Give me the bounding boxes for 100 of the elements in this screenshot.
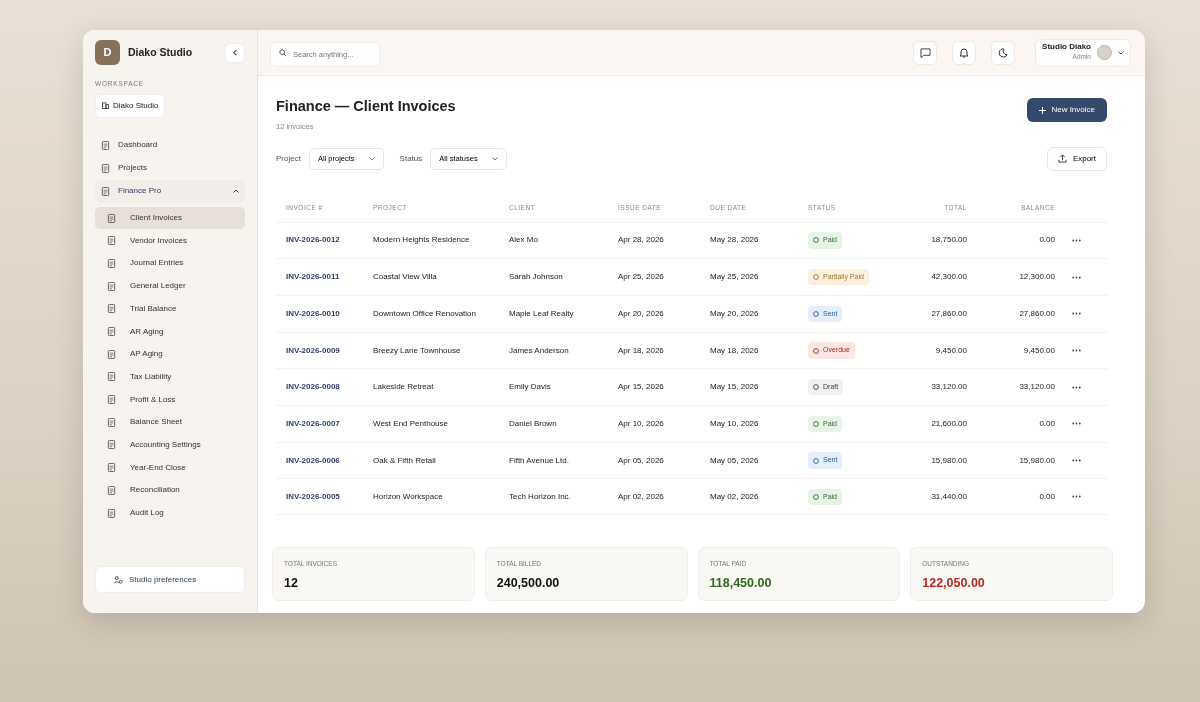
chat-icon <box>919 47 931 58</box>
document-icon <box>101 163 110 173</box>
table-cell-text: Sarah Johnson <box>509 271 564 284</box>
table-cell-text: Horizon Workspace <box>373 490 444 503</box>
invoice-link[interactable]: INV-2026-0010 <box>286 308 340 318</box>
invoice-link[interactable]: INV-2026-0005 <box>286 491 340 501</box>
page-title: Finance — Client Invoices <box>276 98 456 116</box>
preferences-button[interactable]: Studio preferences <box>95 566 245 593</box>
caret-icon <box>491 156 498 161</box>
nav-subitem[interactable]: Accounting Settings <box>95 433 245 457</box>
table-cell-text: Oak & Fifth Retail <box>373 454 437 467</box>
table-cell-text: May 15, 2026 <box>710 381 760 394</box>
invoice-link[interactable]: INV-2026-0008 <box>286 382 340 392</box>
document-icon <box>107 236 116 246</box>
invoice-link[interactable]: INV-2026-0012 <box>286 235 340 245</box>
table-cell-text: Breezy Lane Townhouse <box>373 344 462 357</box>
document-icon <box>107 349 116 359</box>
chevron-icon <box>233 189 239 194</box>
more-icon[interactable] <box>1071 348 1081 352</box>
document-icon <box>107 440 116 450</box>
people-icon <box>114 575 123 584</box>
table-cell-text: Apr 25, 2026 <box>618 271 665 284</box>
avatar-icon <box>1097 45 1112 60</box>
table-cell-text: Maple Leaf Realty <box>509 307 575 320</box>
table-cell-text: 12,300.00 <box>1018 271 1055 284</box>
table-cell-text: May 02, 2026 <box>710 490 760 503</box>
invoice-link[interactable]: INV-2026-0006 <box>286 455 340 465</box>
table-cell-text: Apr 18, 2026 <box>618 344 665 357</box>
table-cell-text: May 20, 2026 <box>710 307 760 320</box>
document-icon <box>107 395 116 405</box>
nav-subitem[interactable]: Vendor Invoices <box>95 229 245 253</box>
nav-subitem[interactable]: Year-End Close <box>95 456 245 479</box>
nav-subitem[interactable]: Reconciliation <box>95 479 245 502</box>
table-cell-text: 15,980.00 <box>1018 454 1055 467</box>
nav-subitem[interactable]: Profit & Loss <box>95 388 245 411</box>
table-cell-text: Lakeside Retreat <box>373 381 435 394</box>
notifications-button[interactable] <box>952 40 977 65</box>
filter-label: Project <box>276 152 301 165</box>
more-icon[interactable] <box>1071 459 1081 462</box>
more-icon[interactable] <box>1071 275 1081 279</box>
logo-badge: D <box>95 40 120 65</box>
table-cell-text: May 10, 2026 <box>710 417 760 430</box>
table-cell-text: 42,300.00 <box>930 271 967 284</box>
nav-item[interactable]: Finance Pro <box>95 179 245 203</box>
more-icon[interactable] <box>1071 238 1081 242</box>
document-icon <box>107 213 116 223</box>
document-icon <box>107 258 116 268</box>
invoice-link[interactable]: INV-2026-0009 <box>286 345 340 355</box>
nav-subitem[interactable]: Client Invoices <box>95 206 245 230</box>
table-cell-text: 33,120.00 <box>1018 381 1055 394</box>
chevron-icon <box>231 49 239 56</box>
table-cell-text: 27,860.00 <box>930 307 967 320</box>
caret-icon <box>368 156 375 161</box>
table-cell-text: Apr 20, 2026 <box>618 307 665 320</box>
table-cell-text: Fifth Avenue Ltd. <box>509 454 570 467</box>
more-icon[interactable] <box>1071 422 1081 426</box>
brand-name: Diako Studio <box>128 44 193 60</box>
export-button[interactable]: Export <box>1046 146 1107 171</box>
document-icon <box>107 485 116 495</box>
table-cell-text: Daniel Brown <box>509 417 558 430</box>
table-cell-text: May 05, 2026 <box>710 454 760 467</box>
nav-subitem[interactable]: Trial Balance <box>95 297 245 321</box>
table-cell-text: James Anderson <box>509 344 570 357</box>
document-icon <box>107 417 116 427</box>
workspace-selector[interactable]: Diako Studio <box>95 93 166 118</box>
document-icon <box>107 327 116 337</box>
theme-toggle-button[interactable] <box>991 40 1016 65</box>
table-cell-text: Modern Heights Residence <box>373 234 471 247</box>
more-icon[interactable] <box>1071 495 1081 499</box>
table-cell-text: 9,450.00 <box>1022 344 1055 357</box>
document-icon <box>107 304 116 314</box>
new-invoice-button[interactable]: New Invoice <box>1027 98 1107 122</box>
document-icon <box>107 372 116 382</box>
nav-item[interactable]: Dashboard <box>95 133 245 157</box>
moon-icon <box>998 47 1009 58</box>
nav-subitem[interactable]: Journal Entries <box>95 252 245 275</box>
nav-subitem[interactable]: Audit Log <box>95 501 245 525</box>
table-cell-text: 9,450.00 <box>934 344 967 357</box>
document-icon <box>101 186 110 196</box>
document-icon <box>107 508 116 518</box>
more-icon[interactable] <box>1071 385 1081 389</box>
nav-item[interactable]: Projects <box>95 156 245 180</box>
table-cell-text: West End Penthouse <box>373 417 449 430</box>
table-cell-text: 0.00 <box>1038 417 1055 430</box>
chat-button[interactable] <box>913 40 938 65</box>
more-icon[interactable] <box>1071 312 1081 316</box>
invoice-link[interactable]: INV-2026-0011 <box>286 272 340 282</box>
nav-subitem[interactable]: AP Aging <box>95 342 245 366</box>
summary-value: 240,500.00 <box>496 574 561 592</box>
building-icon <box>102 102 109 110</box>
nav-subitem[interactable]: AR Aging <box>95 320 245 343</box>
nav-subitem[interactable]: Balance Sheet <box>95 410 245 434</box>
invoice-link[interactable]: INV-2026-0007 <box>286 418 340 428</box>
table-cell-text: Coastal View Villa <box>373 271 438 284</box>
nav-subitem[interactable]: Tax Liability <box>95 365 245 389</box>
nav-subitem[interactable]: General Ledger <box>95 274 245 298</box>
table-cell-text: May 25, 2026 <box>710 271 760 284</box>
table-cell-text: Apr 15, 2026 <box>618 381 665 394</box>
bell-icon <box>959 47 970 58</box>
table-cell-text: 31,440.00 <box>930 490 967 503</box>
